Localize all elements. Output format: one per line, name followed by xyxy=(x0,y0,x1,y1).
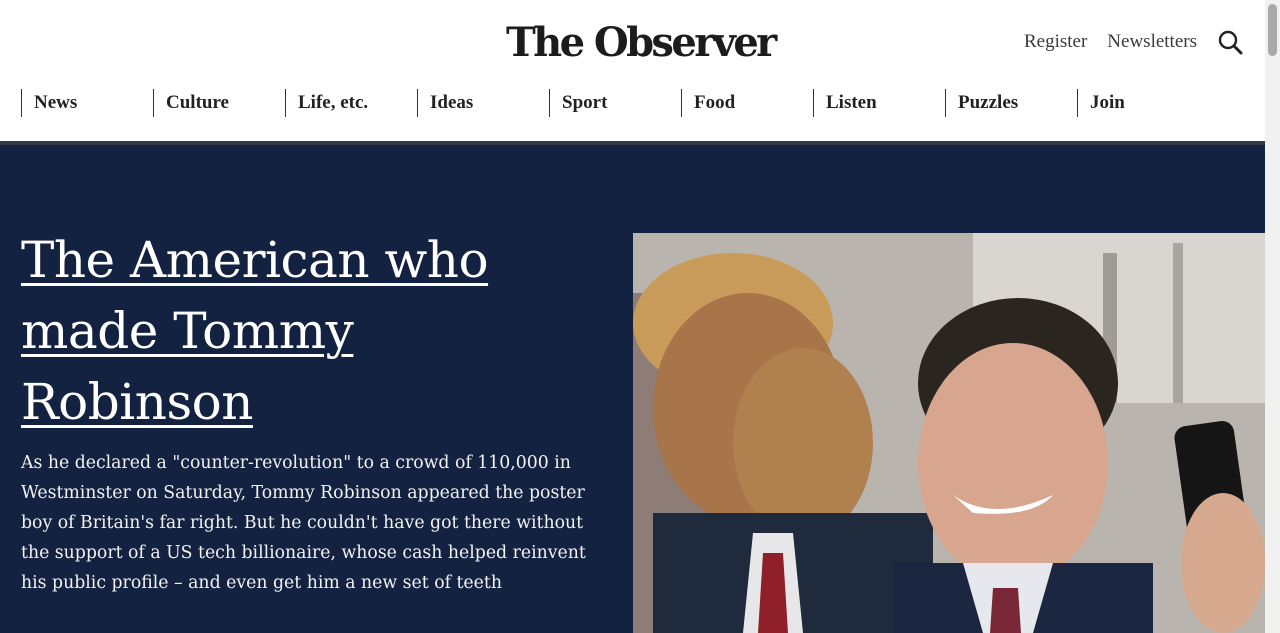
site-header: The Observer Register Newsletters News C… xyxy=(0,0,1265,141)
hero-standfirst: As he declared a "counter-revolution" to… xyxy=(21,453,586,593)
hero-photo xyxy=(633,233,1265,633)
scrollbar-thumb[interactable] xyxy=(1268,4,1277,56)
nav-item-life[interactable]: Life, etc. xyxy=(285,89,368,117)
header-links: Register Newsletters xyxy=(1004,29,1243,55)
hero-image[interactable] xyxy=(633,233,1265,633)
nav-item-join[interactable]: Join xyxy=(1077,89,1125,117)
nav-item-culture[interactable]: Culture xyxy=(153,89,229,117)
nav-item-sport[interactable]: Sport xyxy=(549,89,607,117)
page-scrollbar[interactable] xyxy=(1265,0,1280,633)
hero-section: The American who made Tommy Robinson As … xyxy=(0,145,1265,633)
search-icon[interactable] xyxy=(1217,29,1243,55)
nav-item-listen[interactable]: Listen xyxy=(813,89,877,117)
hero-headline-link[interactable]: The American who made Tommy Robinson xyxy=(21,231,489,431)
nav-item-news[interactable]: News xyxy=(21,89,77,117)
register-link[interactable]: Register xyxy=(1024,31,1087,53)
newsletters-link[interactable]: Newsletters xyxy=(1107,31,1197,53)
hero-headline: The American who made Tommy Robinson xyxy=(21,225,581,438)
site-logo[interactable]: The Observer xyxy=(506,18,777,68)
nav-item-ideas[interactable]: Ideas xyxy=(417,89,473,117)
nav-item-puzzles[interactable]: Puzzles xyxy=(945,89,1018,117)
nav-item-food[interactable]: Food xyxy=(681,89,735,117)
